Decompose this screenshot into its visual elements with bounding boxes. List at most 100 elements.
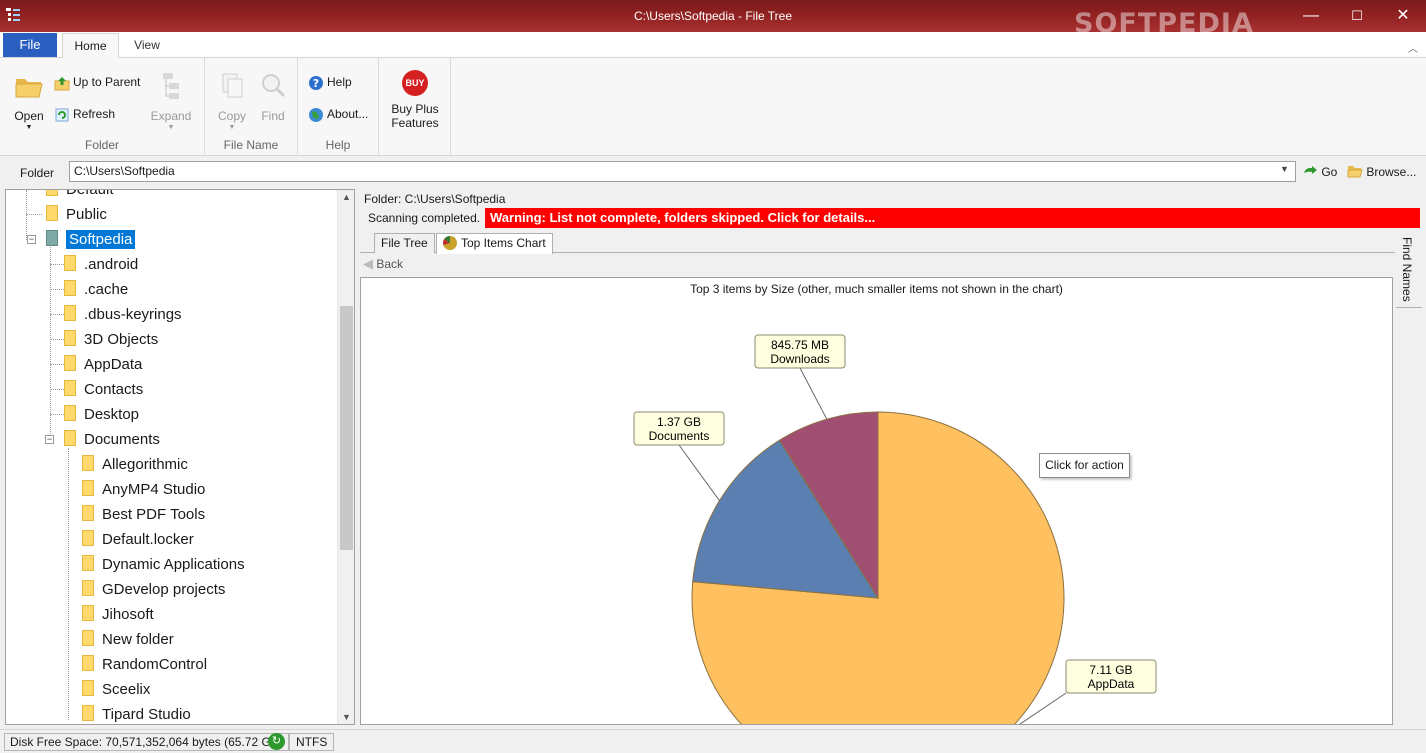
refresh-icon[interactable]: ↻	[268, 733, 285, 750]
pie-value-label: 845.75 MB	[771, 338, 829, 352]
minimize-button[interactable]: —	[1288, 0, 1334, 32]
tree-item[interactable]: Tipard Studio	[82, 702, 191, 724]
tree-item[interactable]: Allegorithmic	[82, 452, 188, 477]
up-folder-icon	[54, 77, 70, 91]
ribbon-collapse-icon[interactable]: ︿	[1408, 40, 1418, 55]
tree-item[interactable]: RandomControl	[82, 652, 207, 677]
filesystem-type: NTFS	[289, 733, 335, 751]
ribbon-group-folder: Open ▼ Up to Parent Refresh Expand ▼ Fol…	[0, 58, 205, 156]
folder-label: Folder	[20, 166, 55, 180]
folder-icon	[64, 330, 76, 346]
tree-item[interactable]: .cache	[64, 277, 128, 302]
tree-item[interactable]: Dynamic Applications	[82, 552, 245, 577]
tree-connector	[50, 389, 64, 390]
copy-button[interactable]: Copy ▼	[213, 70, 251, 131]
tree-item[interactable]: 3D Objects	[64, 327, 158, 352]
back-button[interactable]: ◀ Back	[363, 256, 403, 272]
details-panel: Folder: C:\Users\Softpedia Scanning comp…	[360, 189, 1422, 727]
tree-item[interactable]: Default	[46, 190, 114, 202]
tab-top-items-chart[interactable]: Top Items Chart	[436, 233, 553, 254]
open-folder-icon	[1347, 166, 1363, 178]
tree-item-selected[interactable]: Softpedia	[46, 227, 136, 252]
tab-file-tree[interactable]: File Tree	[374, 233, 435, 253]
folder-icon	[64, 430, 76, 446]
folder-icon	[82, 605, 94, 621]
folder-icon	[64, 305, 76, 321]
chevron-down-icon[interactable]: ▼	[1280, 164, 1289, 174]
tree-item[interactable]: Best PDF Tools	[82, 502, 205, 527]
folder-icon	[64, 255, 76, 271]
pie-value-label: 7.11 GB	[1089, 663, 1132, 677]
tooltip: Click for action	[1039, 453, 1130, 478]
up-to-parent-button[interactable]: Up to Parent	[54, 75, 140, 91]
tree-item[interactable]: GDevelop projects	[82, 577, 225, 602]
tree-item[interactable]: .dbus-keyrings	[64, 302, 182, 327]
copy-icon	[222, 73, 243, 98]
scroll-up-icon[interactable]: ▲	[338, 192, 354, 202]
expand-button[interactable]: Expand ▼	[148, 70, 194, 131]
tree-connector	[50, 414, 64, 415]
chart-area[interactable]: Top 3 items by Size (other, much smaller…	[360, 277, 1393, 725]
tree-item[interactable]: New folder	[82, 627, 174, 652]
scrollbar-thumb[interactable]	[340, 306, 353, 550]
tree-scrollbar[interactable]: ▲ ▼	[337, 190, 354, 724]
pie-name-label: Documents	[649, 429, 710, 443]
open-button[interactable]: Open ▼	[8, 70, 50, 131]
tree-item[interactable]: Desktop	[64, 402, 139, 427]
tree-item[interactable]: Public	[46, 202, 107, 227]
help-button[interactable]: ? Help	[308, 75, 352, 91]
globe-icon	[309, 108, 323, 122]
ribbon-tab-strip: File Home View ︿	[0, 32, 1426, 59]
folder-icon	[82, 530, 94, 546]
tree-item[interactable]: Default.locker	[82, 527, 194, 552]
ribbon-group-label: Help	[325, 138, 351, 152]
tab-file[interactable]: File	[3, 33, 57, 57]
tab-home[interactable]: Home	[62, 33, 119, 59]
scroll-down-icon[interactable]: ▼	[338, 712, 354, 722]
tree-connector	[50, 314, 64, 315]
tree-item[interactable]: AnyMP4 Studio	[82, 477, 205, 502]
tree-item[interactable]: Documents	[64, 427, 160, 452]
tab-view[interactable]: View	[124, 33, 170, 57]
current-folder-path: Folder: C:\Users\Softpedia	[364, 192, 506, 206]
ribbon-group-buy: BUY Buy Plus Features	[379, 58, 451, 156]
about-button[interactable]: About...	[308, 107, 368, 123]
tree-item[interactable]: Contacts	[64, 377, 143, 402]
tree-item[interactable]: AppData	[64, 352, 142, 377]
tree-connector	[26, 190, 27, 240]
pie-chart-icon	[443, 236, 457, 250]
pie-name-label: AppData	[1088, 677, 1135, 691]
collapse-icon[interactable]: −	[27, 235, 36, 244]
tree-connector	[50, 364, 64, 365]
close-button[interactable]: ✕	[1380, 0, 1426, 32]
tree-item[interactable]: .android	[64, 252, 138, 277]
find-button[interactable]: Find	[255, 70, 291, 123]
warning-banner[interactable]: Warning: List not complete, folders skip…	[485, 208, 1420, 228]
go-button[interactable]: Go	[1302, 164, 1337, 180]
maximize-button[interactable]: ☐	[1334, 0, 1380, 32]
tree-item[interactable]: Jihosoft	[82, 602, 154, 627]
folder-icon	[64, 405, 76, 421]
folder-icon	[82, 705, 94, 721]
browse-button[interactable]: Browse...	[1347, 164, 1416, 179]
folder-icon	[82, 555, 94, 571]
folder-icon	[64, 380, 76, 396]
find-names-side-tab[interactable]: Find Names	[1396, 233, 1422, 308]
folder-tree[interactable]: Default Public − Softpedia .android .cac…	[5, 189, 355, 725]
ribbon-group-label: Folder	[84, 138, 119, 152]
tree-item[interactable]: Sceelix	[82, 677, 150, 702]
help-icon: ?	[309, 76, 323, 90]
folder-path-input[interactable]: C:\Users\Softpedia	[69, 161, 1296, 182]
buy-plus-button[interactable]: BUY Buy Plus Features	[385, 70, 445, 130]
pie-chart[interactable]: 7.11 GBAppData 1.37 GBDocuments 845.75 MBD…	[361, 278, 1392, 724]
pie-name-label: Downloads	[770, 352, 829, 366]
expand-tree-icon	[163, 73, 179, 99]
status-bar: Disk Free Space: 70,571,352,064 bytes (6…	[0, 729, 1426, 753]
folder-icon	[82, 480, 94, 496]
collapse-icon[interactable]: −	[45, 435, 54, 444]
chevron-down-icon: ▼	[228, 124, 236, 131]
folder-bar: Folder C:\Users\Softpedia ▼ Go Browse...	[0, 157, 1426, 187]
pie-value-label: 1.37 GB	[657, 415, 701, 429]
folder-icon	[64, 355, 76, 371]
refresh-button[interactable]: Refresh	[54, 107, 115, 123]
